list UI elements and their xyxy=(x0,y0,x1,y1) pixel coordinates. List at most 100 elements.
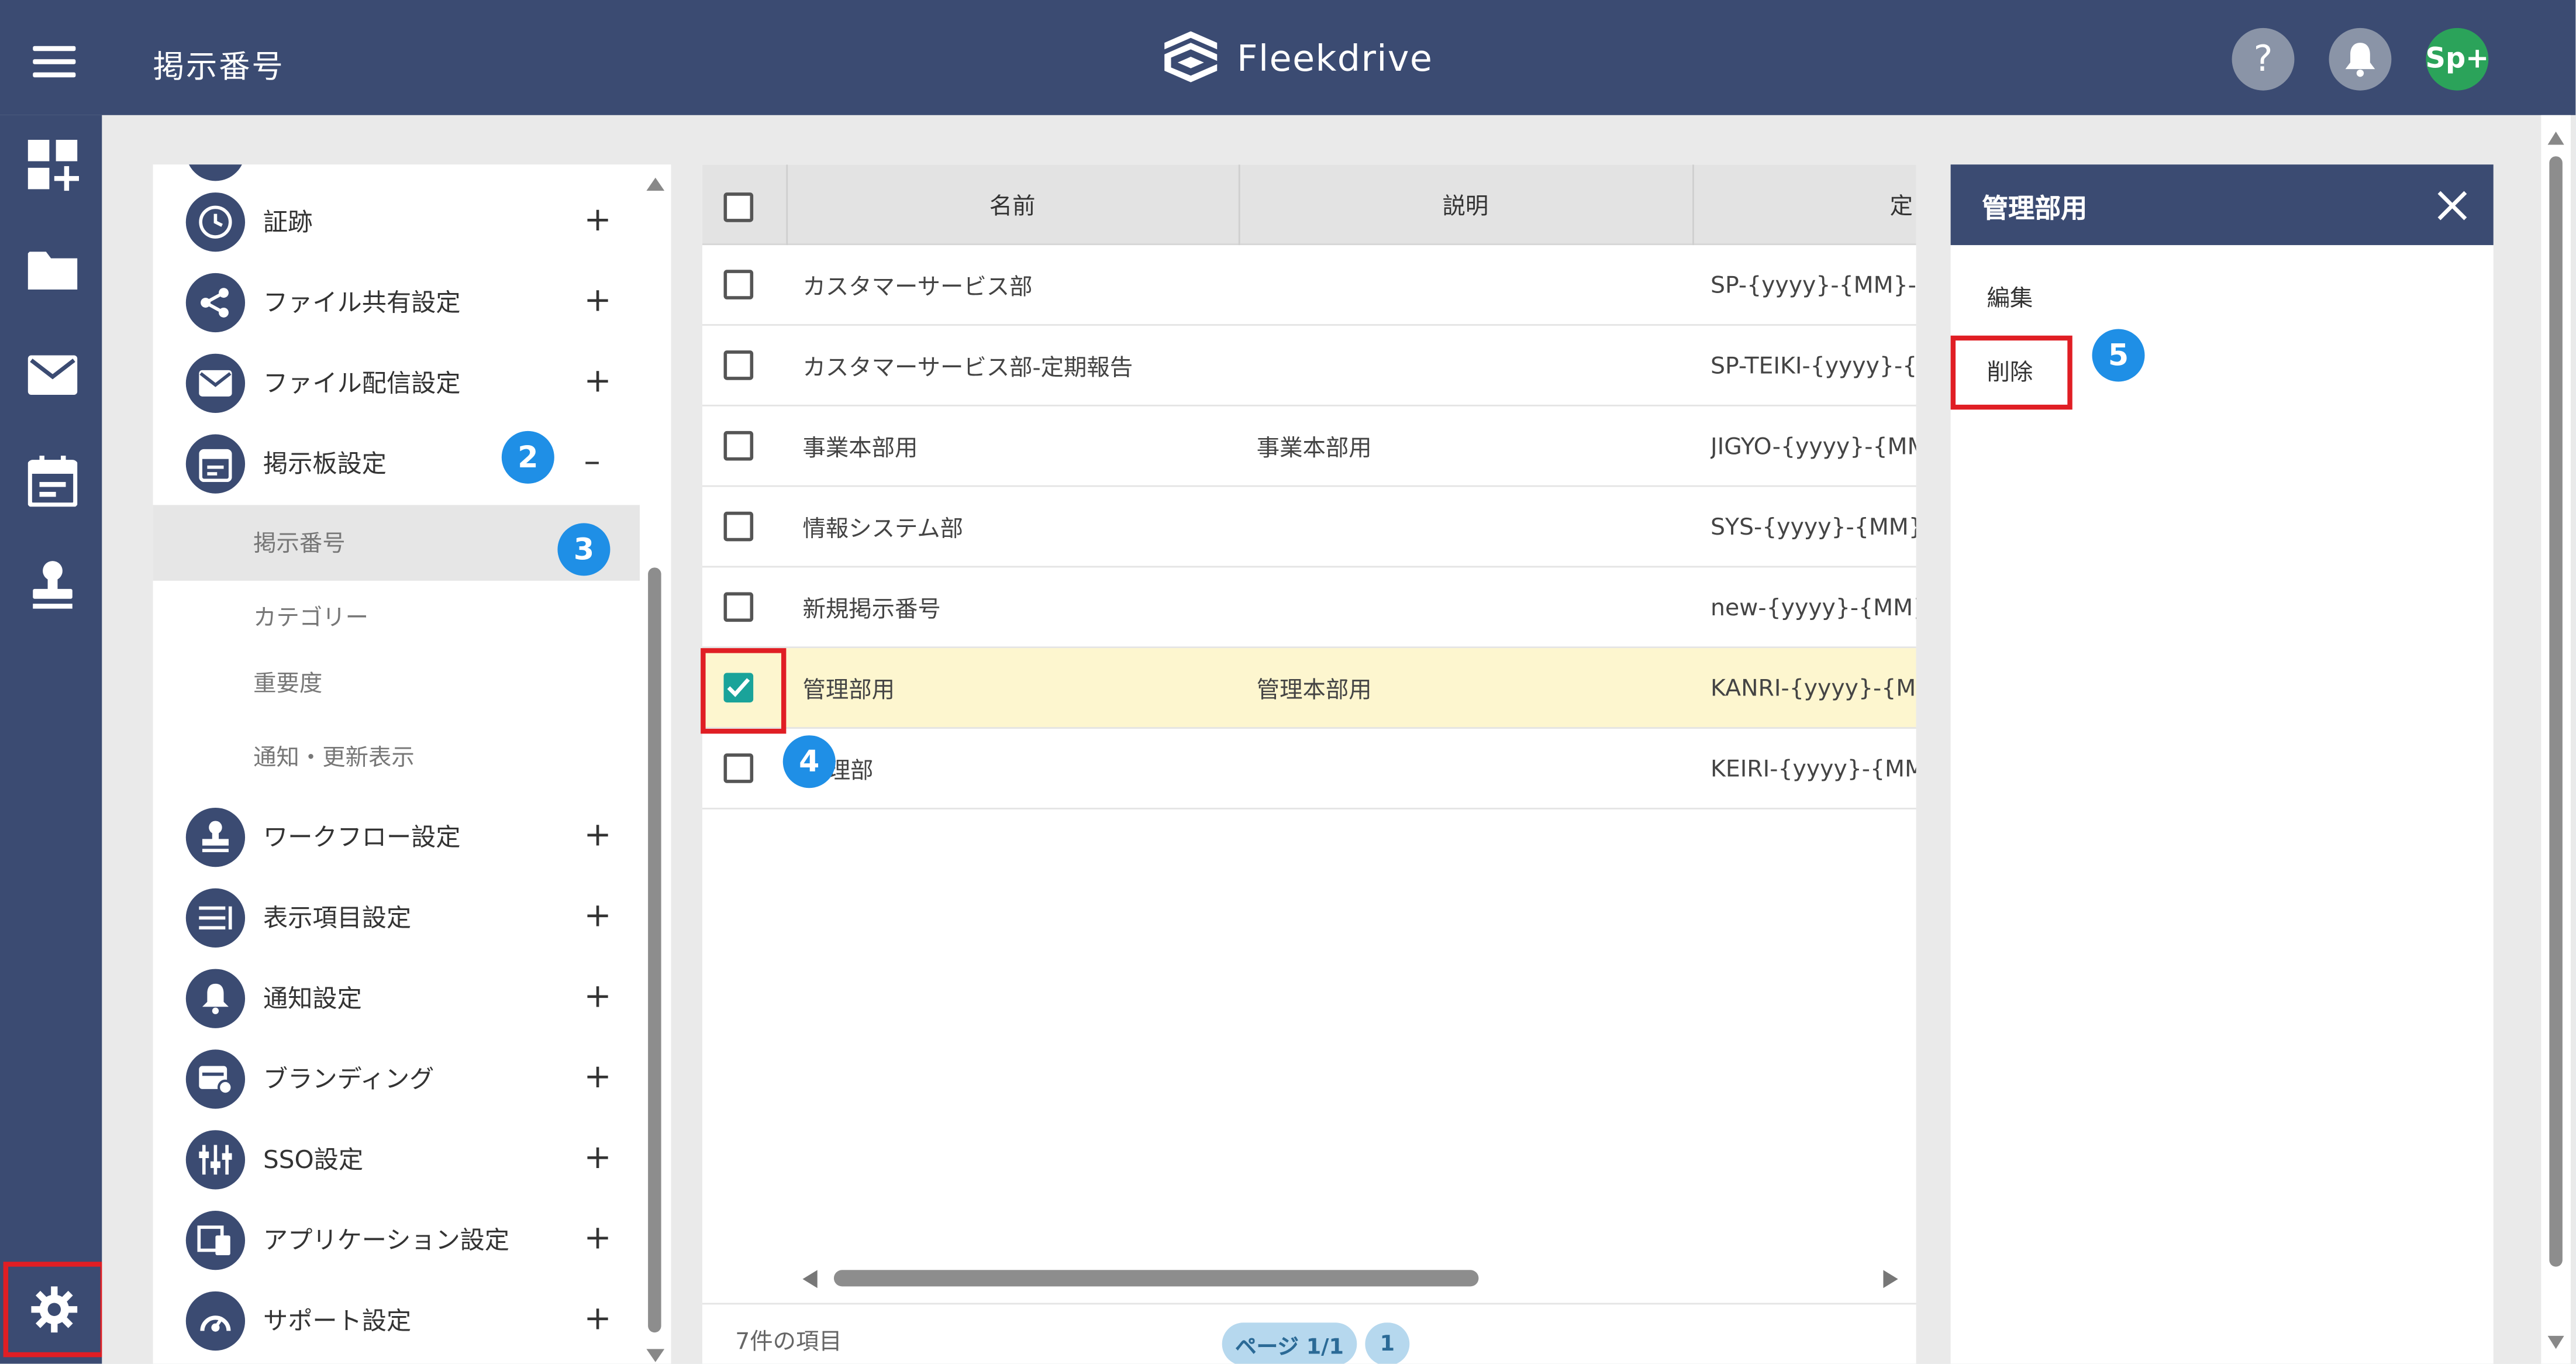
help-button[interactable]: ? xyxy=(2232,27,2295,91)
expand-toggle[interactable]: + xyxy=(584,898,611,931)
row-checkbox[interactable] xyxy=(723,511,754,542)
list-icon xyxy=(185,887,246,947)
expand-toggle[interactable]: + xyxy=(584,283,611,316)
menu-item-label: サポート設定 xyxy=(263,1306,412,1336)
sub-item-importance[interactable]: 重要度 xyxy=(153,645,640,721)
page-vertical-scrollbar[interactable] xyxy=(2541,115,2571,1364)
expand-toggle[interactable]: + xyxy=(584,1221,611,1253)
notification-button[interactable] xyxy=(2329,27,2392,91)
cell-format: new-{yyyy}-{MM}-{ xyxy=(1711,594,1916,621)
column-header-name[interactable]: 名前 xyxy=(786,164,1238,245)
page-scroll-down-icon[interactable] xyxy=(2547,1335,2564,1349)
help-icon: ? xyxy=(2253,39,2273,80)
cell-name: 理部 xyxy=(827,757,874,784)
menu-item-board-settings[interactable]: 掲示板設定 – xyxy=(153,423,640,504)
app-window: 掲示番号 Fleekdrive ? Sp+ 証跡 + ファイル共有設定 + ファ… xyxy=(0,0,2576,1364)
row-checkbox[interactable] xyxy=(723,753,754,783)
menu-item-label: ファイル配信設定 xyxy=(263,368,461,398)
folder-icon[interactable] xyxy=(26,243,79,296)
share-icon xyxy=(185,272,246,332)
sub-item-label: 通知・更新表示 xyxy=(253,745,415,772)
stamp-icon[interactable] xyxy=(26,559,79,612)
calendar-icon[interactable] xyxy=(26,454,79,507)
cell-description: 事業本部用 xyxy=(1256,435,1372,461)
dashboard-add-icon[interactable] xyxy=(26,138,79,191)
sub-item-notification-display[interactable]: 通知・更新表示 xyxy=(153,719,640,794)
menu-item-label: ファイル共有設定 xyxy=(263,288,461,318)
table-row[interactable]: 新規掲示番号 new-{yyyy}-{MM}-{ xyxy=(702,567,1916,649)
menu-item-label: 通知設定 xyxy=(263,983,362,1014)
page-button-1[interactable]: 1 xyxy=(1365,1322,1410,1364)
cell-format: KANRI-{yyyy}-{MM xyxy=(1711,675,1916,702)
grid-horizontal-scrollbar[interactable] xyxy=(702,1263,1916,1296)
table-row[interactable]: 情報システム部 SYS-{yyyy}-{MM}-{c xyxy=(702,487,1916,568)
menu-item-file-sharing[interactable]: ファイル共有設定 + xyxy=(153,261,640,342)
mail-icon[interactable] xyxy=(26,349,79,401)
expand-toggle[interactable]: + xyxy=(584,1301,611,1334)
table-row-selected[interactable]: 管理部用 管理本部用 KANRI-{yyyy}-{MM xyxy=(702,648,1916,729)
collapse-toggle[interactable]: – xyxy=(584,444,600,477)
page-scroll-up-icon[interactable] xyxy=(2547,132,2564,145)
calendar-icon xyxy=(185,433,246,493)
menu-item-branding[interactable]: ブランディング + xyxy=(153,1038,640,1119)
menu-item-display-fields[interactable]: 表示項目設定 + xyxy=(153,877,640,957)
expand-toggle[interactable]: + xyxy=(584,1140,611,1173)
column-header-description[interactable]: 説明 xyxy=(1239,164,1692,245)
row-checkbox[interactable] xyxy=(723,350,754,380)
brand-logo: Fleekdrive xyxy=(1161,28,1433,91)
sub-item-category[interactable]: カテゴリー xyxy=(153,579,640,655)
table-row[interactable]: カスタマーサービス部-定期報告 SP-TEIKI-{yyyy}-{M xyxy=(702,326,1916,407)
scroll-up-arrow-icon[interactable] xyxy=(646,177,665,191)
row-checkbox[interactable] xyxy=(723,270,754,299)
column-header-format[interactable]: 定 xyxy=(1692,164,1916,245)
sub-item-label: カテゴリー xyxy=(253,605,368,632)
expand-toggle[interactable]: + xyxy=(584,1059,611,1092)
cell-description: 管理本部用 xyxy=(1256,677,1372,704)
expand-toggle[interactable]: + xyxy=(584,979,611,1011)
cell-format: SP-TEIKI-{yyyy}-{M xyxy=(1711,353,1916,380)
menu-item-application[interactable]: アプリケーション設定 + xyxy=(153,1199,640,1280)
table-row[interactable]: 事業本部用 事業本部用 JIGYO-{yyyy}-{MM} xyxy=(702,407,1916,487)
menu-scrollbar-thumb[interactable] xyxy=(648,567,661,1333)
sub-item-label: 掲示番号 xyxy=(253,531,346,558)
cell-name: 新規掲示番号 xyxy=(802,596,941,623)
highlight-delete-box xyxy=(1950,335,2072,410)
row-checkbox[interactable] xyxy=(723,430,754,461)
cell-name: 管理部用 xyxy=(802,677,895,704)
cell-name: カスタマーサービス部-定期報告 xyxy=(802,354,1133,381)
menu-item-notification[interactable]: 通知設定 + xyxy=(153,957,640,1038)
cell-name: カスタマーサービス部 xyxy=(802,274,1033,301)
menu-item-workflow[interactable]: ワークフロー設定 + xyxy=(153,796,640,877)
select-all-checkbox[interactable] xyxy=(723,192,754,222)
page-scrollbar-thumb[interactable] xyxy=(2549,156,2563,1267)
settings-menu: 証跡 + ファイル共有設定 + ファイル配信設定 + 掲示板設定 – 掲示番号 … xyxy=(153,164,640,1364)
stamp-icon xyxy=(185,807,246,866)
sub-item-label: 重要度 xyxy=(253,671,323,698)
edit-action[interactable]: 編集 xyxy=(1987,281,2033,314)
item-count: 7件の項目 xyxy=(735,1329,842,1356)
expand-toggle[interactable]: + xyxy=(584,818,611,850)
close-icon[interactable] xyxy=(2437,191,2467,221)
menu-item-support[interactable]: サポート設定 + xyxy=(153,1280,640,1360)
row-checkbox[interactable] xyxy=(723,592,754,622)
table-row[interactable]: カスタマーサービス部 SP-{yyyy}-{MM}-{d xyxy=(702,245,1916,326)
table-row[interactable]: 理部 KEIRI-{yyyy}-{MM} xyxy=(702,729,1916,810)
grid-scrollbar-thumb[interactable] xyxy=(833,1270,1479,1287)
menu-item-label: 表示項目設定 xyxy=(263,903,412,933)
menu-item-sso[interactable]: SSO設定 + xyxy=(153,1119,640,1200)
menu-scrollbar[interactable] xyxy=(640,164,671,1364)
devices-icon xyxy=(185,1210,246,1269)
hamburger-menu-icon[interactable] xyxy=(33,46,76,79)
scroll-right-arrow-icon[interactable] xyxy=(1883,1270,1898,1289)
settings-gear-button[interactable] xyxy=(3,1262,105,1358)
scroll-down-arrow-icon[interactable] xyxy=(646,1349,665,1362)
expand-toggle[interactable]: + xyxy=(584,364,611,397)
user-avatar[interactable]: Sp+ xyxy=(2426,27,2489,91)
menu-item-partial-icon xyxy=(185,164,246,181)
expand-toggle[interactable]: + xyxy=(584,202,611,235)
menu-item-audit-trail[interactable]: 証跡 + xyxy=(153,181,640,261)
scroll-left-arrow-icon[interactable] xyxy=(802,1270,818,1289)
cell-name: 情報システム部 xyxy=(802,515,963,542)
detail-header: 管理部用 xyxy=(1950,164,2494,246)
menu-item-file-delivery[interactable]: ファイル配信設定 + xyxy=(153,342,640,423)
